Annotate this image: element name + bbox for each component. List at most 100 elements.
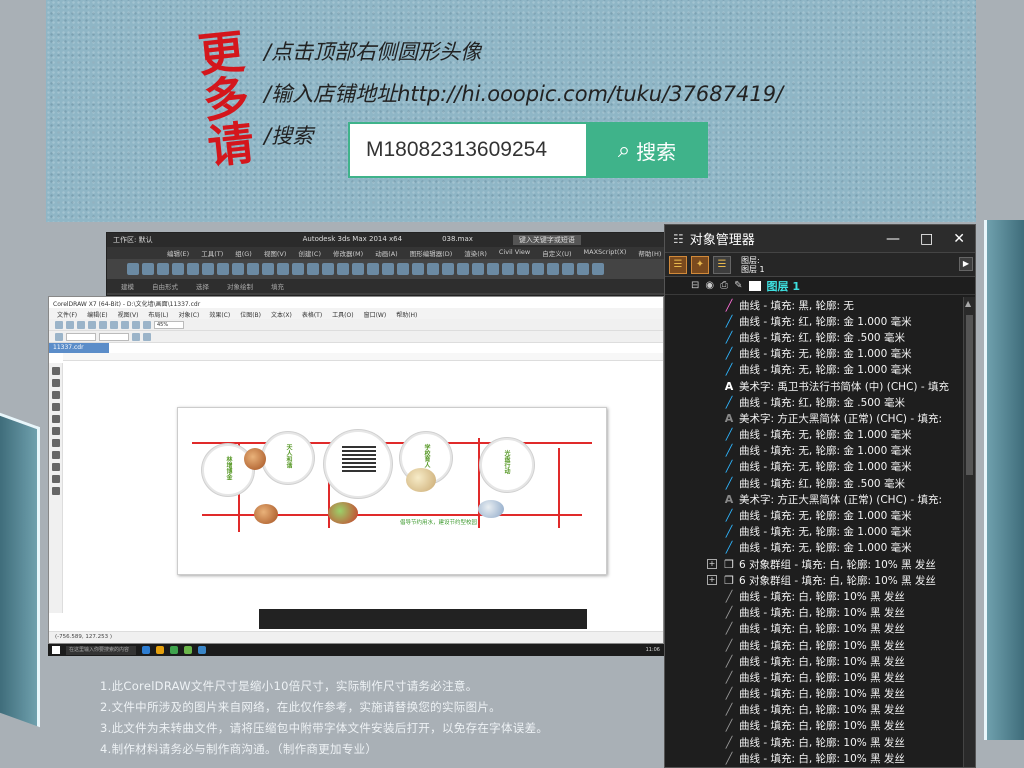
max-tool-icon[interactable] (142, 263, 154, 275)
corel-menu-item[interactable]: 布局(L) (148, 310, 168, 319)
object-row-curve[interactable]: ╱ 曲线 - 填充: 无, 轮廓: 金 1.000 毫米 (665, 540, 965, 556)
max-tool-icon[interactable] (367, 263, 379, 275)
corel-menu-item[interactable]: 位图(B) (240, 310, 261, 319)
freehand-tool-icon[interactable] (52, 415, 60, 423)
eye-icon[interactable]: ◉ (705, 280, 714, 291)
max-tool-icon[interactable] (307, 263, 319, 275)
scrollbar-thumb[interactable] (966, 315, 973, 475)
corel-menu-item[interactable]: 窗口(W) (364, 310, 387, 319)
object-row-sub[interactable]: ╱ 曲线 - 填充: 白, 轮廓: 10% 黑 发丝 (665, 621, 965, 637)
max-menu-item[interactable]: 编辑(E) (167, 248, 189, 258)
max-menu-item[interactable]: 渲染(R) (464, 248, 487, 258)
max-tool-icon[interactable] (457, 263, 469, 275)
max-tool-icon[interactable] (232, 263, 244, 275)
object-row-group[interactable]: + ❒ 6 对象群组 - 填充: 白, 轮廓: 10% 黑 发丝 (665, 556, 965, 572)
corel-menu-item[interactable]: 编辑(E) (87, 310, 107, 319)
max-tool-icon[interactable] (382, 263, 394, 275)
max-menu-item[interactable]: 工具(T) (201, 248, 223, 258)
max-menu-item[interactable]: 帮助(H) (638, 248, 661, 258)
corel-menu-item[interactable]: 视图(V) (118, 310, 139, 319)
redo-icon[interactable] (143, 320, 151, 329)
crop-tool-icon[interactable] (52, 391, 60, 399)
object-row-sub[interactable]: ╱ 曲线 - 填充: 白, 轮廓: 10% 黑 发丝 (665, 702, 965, 718)
paste-icon[interactable] (121, 320, 129, 329)
max-menu-item[interactable]: 修改器(M) (333, 248, 363, 258)
max-tool-icon[interactable] (577, 263, 589, 275)
shape-tool-icon[interactable] (52, 379, 60, 387)
maximize-icon[interactable]: □ (920, 231, 933, 247)
object-row-curve[interactable]: ╱ 曲线 - 填充: 红, 轮廓: 金 1.000 毫米 (665, 313, 965, 329)
text-tool-icon[interactable] (52, 475, 60, 483)
artistic-media-icon[interactable] (52, 427, 60, 435)
corel-menu-item[interactable]: 帮助(H) (396, 310, 417, 319)
scroll-up-icon[interactable]: ▲ (965, 299, 971, 308)
max-menu-item[interactable]: 自定义(U) (542, 248, 571, 258)
drawing-canvas[interactable]: 林增博金 天人和谐 学校育人 光盘行动 倡导节约用水，建设节约型校园 (63, 363, 663, 615)
document-tab[interactable]: 11337.cdr (49, 343, 109, 353)
object-row-sub[interactable]: ╱ 曲线 - 填充: 白, 轮廓: 10% 黑 发丝 (665, 686, 965, 702)
mirror-icon[interactable] (132, 332, 140, 341)
max-search-field[interactable]: 键入关键字或短语 (512, 235, 581, 245)
mirror-v-icon[interactable] (143, 332, 151, 341)
corel-menu-item[interactable]: 工具(O) (332, 310, 353, 319)
max-tool-icon[interactable] (292, 263, 304, 275)
zoom-tool-icon[interactable] (52, 403, 60, 411)
max-ribbon-tab[interactable]: 自由形式 (152, 281, 178, 291)
max-menu-item[interactable]: 动画(A) (375, 248, 398, 258)
x-field[interactable] (66, 332, 96, 341)
ellipse-tool-icon[interactable] (52, 451, 60, 459)
object-row-curve[interactable]: ╱ 曲线 - 填充: 无, 轮廓: 金 1.000 毫米 (665, 507, 965, 523)
object-row-sub[interactable]: ╱ 曲线 - 填充: 白, 轮廓: 10% 黑 发丝 (665, 588, 965, 604)
max-menu-item[interactable]: MAXScript(X) (584, 248, 627, 258)
corel-menu-item[interactable]: 文本(X) (271, 310, 292, 319)
show-properties-icon[interactable]: ☰ (669, 255, 687, 274)
max-ribbon-tab[interactable]: 选择 (196, 281, 209, 291)
taskbar-search[interactable]: 在这里输入你要搜索的内容 (66, 645, 136, 655)
corel-menu-item[interactable]: 对象(C) (178, 310, 199, 319)
max-tool-icon[interactable] (562, 263, 574, 275)
max-tool-icon[interactable] (502, 263, 514, 275)
max-tool-icon[interactable] (172, 263, 184, 275)
pencil-icon[interactable]: ✎ (734, 280, 742, 291)
copy-icon[interactable] (110, 320, 118, 329)
max-workspace[interactable]: 工作区: 默认 (113, 235, 153, 245)
max-tool-icon[interactable] (412, 263, 424, 275)
culture-wall-artwork[interactable]: 林增博金 天人和谐 学校育人 光盘行动 倡导节约用水，建设节约型校园 (177, 407, 607, 575)
max-tool-icon[interactable] (517, 263, 529, 275)
layer-manager-view-icon[interactable]: ☰ (713, 255, 731, 274)
max-tool-icon[interactable] (592, 263, 604, 275)
close-icon[interactable]: ✕ (953, 231, 965, 247)
object-row-curve[interactable]: ╱ 曲线 - 填充: 红, 轮廓: 金 .500 毫米 (665, 329, 965, 345)
coreldraw-taskbar-icon[interactable] (170, 646, 178, 654)
layer-row[interactable]: ⊟ ◉ ⎙ ✎ 图层 1 (665, 277, 975, 295)
object-row-sub[interactable]: ╱ 曲线 - 填充: 白, 轮廓: 10% 黑 发丝 (665, 653, 965, 669)
max-tool-icon[interactable] (202, 263, 214, 275)
max-tool-icon[interactable] (247, 263, 259, 275)
start-icon[interactable] (52, 646, 60, 654)
object-row-curve[interactable]: ╱ 曲线 - 填充: 无, 轮廓: 金 1.000 毫米 (665, 362, 965, 378)
corel-menu-item[interactable]: 效果(C) (209, 310, 230, 319)
max-tool-icon[interactable] (277, 263, 289, 275)
object-row-curve[interactable]: ╱ 曲线 - 填充: 无, 轮廓: 金 1.000 毫米 (665, 524, 965, 540)
max-tool-icon[interactable] (487, 263, 499, 275)
object-row-text[interactable]: A 美术字: 禹卫书法行书简体 (中) (CHC) - 填充 (665, 378, 965, 394)
object-row-sub[interactable]: ╱ 曲线 - 填充: 白, 轮廓: 10% 黑 发丝 (665, 605, 965, 621)
object-row-curve[interactable]: ╱ 曲线 - 填充: 红, 轮廓: 金 .500 毫米 (665, 475, 965, 491)
max-menu-item[interactable]: 创建(C) (298, 248, 321, 258)
undo-icon[interactable] (132, 320, 140, 329)
object-list-scrollbar[interactable]: ▲ (963, 297, 975, 767)
collapse-icon[interactable]: ⊟ (691, 280, 699, 291)
max-menu-item[interactable]: 图形编辑器(D) (410, 248, 453, 258)
search-button[interactable]: ⌕ 搜索 (586, 122, 708, 178)
expand-icon[interactable]: + (707, 575, 717, 586)
shop-search-input[interactable]: M18082313609254 (348, 122, 588, 178)
pick-tool-icon[interactable] (52, 367, 60, 375)
object-row-curve[interactable]: ╱ 曲线 - 填充: 黑, 轮廓: 无 (665, 297, 965, 313)
polygon-tool-icon[interactable] (52, 463, 60, 471)
wechat-icon[interactable] (184, 646, 192, 654)
object-row-sub[interactable]: ╱ 曲线 - 填充: 白, 轮廓: 10% 黑 发丝 (665, 750, 965, 766)
save-icon[interactable] (77, 320, 85, 329)
max-tool-icon[interactable] (322, 263, 334, 275)
object-row-curve[interactable]: ╱ 曲线 - 填充: 无, 轮廓: 金 1.000 毫米 (665, 443, 965, 459)
minimize-icon[interactable]: — (886, 231, 900, 247)
